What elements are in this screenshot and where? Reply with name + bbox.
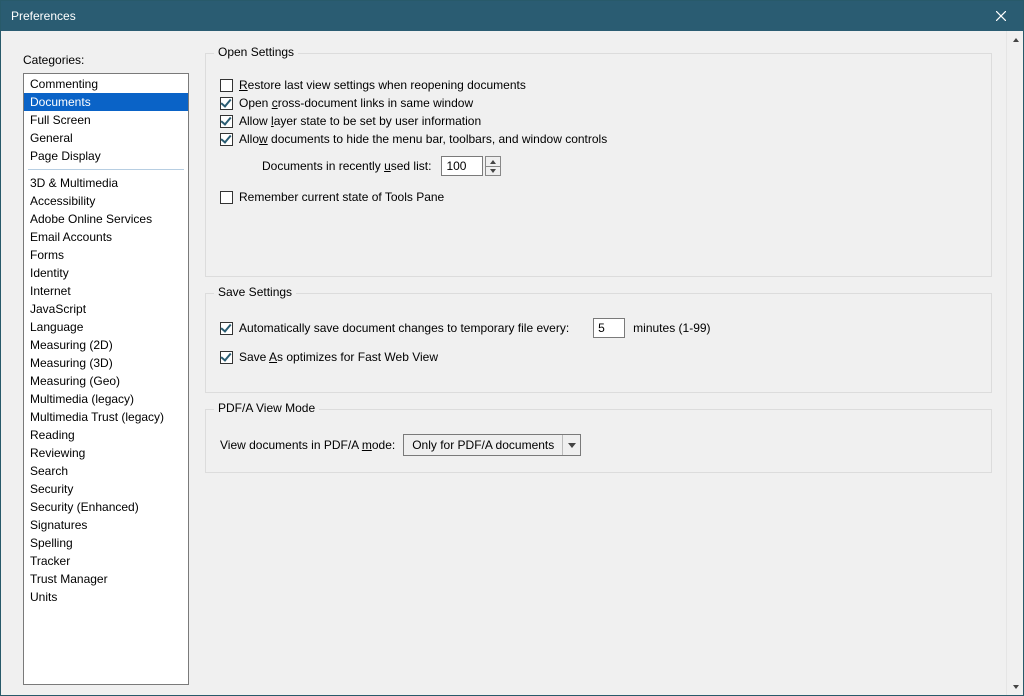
open-settings-legend: Open Settings [214,45,298,59]
preferences-window: Preferences Categories: CommentingDocume… [0,0,1024,696]
pdfa-mode-row: View documents in PDF/A mode: Only for P… [220,434,977,456]
restore-view-row: Restore last view settings when reopenin… [220,78,977,92]
category-item[interactable]: Full Screen [24,111,188,129]
recent-docs-row: Documents in recently used list: [220,156,977,176]
category-item[interactable]: Multimedia Trust (legacy) [24,408,188,426]
category-item[interactable]: Reading [24,426,188,444]
cross-doc-label[interactable]: Open cross-document links in same window [239,96,473,110]
pdfa-mode-label: View documents in PDF/A mode: [220,438,395,452]
recent-docs-input[interactable] [441,156,483,176]
remember-tools-row: Remember current state of Tools Pane [220,190,977,204]
layer-state-label[interactable]: Allow layer state to be set by user info… [239,114,481,128]
pdfa-mode-select[interactable]: Only for PDF/A documents [403,434,581,456]
category-item[interactable]: Commenting [24,75,188,93]
category-item[interactable]: Units [24,588,188,606]
recent-docs-label: Documents in recently used list: [262,159,431,173]
category-item[interactable]: Security [24,480,188,498]
spinner-up[interactable] [486,157,500,166]
chevron-down-icon [490,169,496,173]
pdfa-mode-value: Only for PDF/A documents [404,435,562,455]
scroll-up-button[interactable] [1007,31,1024,48]
categories-label: Categories: [23,53,195,67]
spinner-down[interactable] [486,166,500,175]
layer-state-checkbox[interactable] [220,115,233,128]
autosave-unit: minutes (1-99) [633,321,710,335]
titlebar: Preferences [1,1,1023,31]
category-item[interactable]: Page Display [24,147,188,165]
dropdown-button[interactable] [562,435,580,455]
cross-doc-row: Open cross-document links in same window [220,96,977,110]
vertical-scrollbar[interactable] [1006,31,1023,695]
category-item[interactable]: Search [24,462,188,480]
category-item[interactable]: Adobe Online Services [24,210,188,228]
category-item[interactable]: Multimedia (legacy) [24,390,188,408]
category-item[interactable]: Spelling [24,534,188,552]
recent-docs-spinner [485,156,501,176]
category-item[interactable]: Accessibility [24,192,188,210]
content-area: Categories: CommentingDocumentsFull Scre… [1,31,1006,695]
remember-tools-label[interactable]: Remember current state of Tools Pane [239,190,444,204]
scroll-down-button[interactable] [1007,678,1024,695]
autosave-label[interactable]: Automatically save document changes to t… [239,321,569,335]
categories-listbox[interactable]: CommentingDocumentsFull ScreenGeneralPag… [23,73,189,685]
close-button[interactable] [979,1,1023,31]
category-item[interactable]: Language [24,318,188,336]
category-item[interactable]: Documents [24,93,188,111]
settings-panel: Open Settings Restore last view settings… [195,53,992,681]
category-item[interactable]: Security (Enhanced) [24,498,188,516]
category-item[interactable]: Forms [24,246,188,264]
category-item[interactable]: Reviewing [24,444,188,462]
category-item[interactable]: Email Accounts [24,228,188,246]
category-item[interactable]: Measuring (3D) [24,354,188,372]
dialog-body: Categories: CommentingDocumentsFull Scre… [1,31,1023,695]
category-item[interactable]: 3D & Multimedia [24,174,188,192]
category-item[interactable]: Internet [24,282,188,300]
autosave-checkbox[interactable] [220,322,233,335]
category-item[interactable]: Identity [24,264,188,282]
pdfa-legend: PDF/A View Mode [214,401,319,415]
save-settings-legend: Save Settings [214,285,296,299]
window-title: Preferences [11,9,76,23]
restore-view-checkbox[interactable] [220,79,233,92]
category-item[interactable]: Tracker [24,552,188,570]
layer-state-row: Allow layer state to be set by user info… [220,114,977,128]
cross-doc-checkbox[interactable] [220,97,233,110]
chevron-down-icon [568,443,576,448]
category-item[interactable]: Measuring (Geo) [24,372,188,390]
hide-menubar-row: Allow documents to hide the menu bar, to… [220,132,977,146]
chevron-down-icon [1013,685,1019,689]
autosave-row: Automatically save document changes to t… [220,318,977,338]
chevron-up-icon [490,160,496,164]
category-item[interactable]: Signatures [24,516,188,534]
fastweb-checkbox[interactable] [220,351,233,364]
fastweb-label[interactable]: Save As optimizes for Fast Web View [239,350,438,364]
pdfa-group: PDF/A View Mode View documents in PDF/A … [205,409,992,473]
fastweb-row: Save As optimizes for Fast Web View [220,350,977,364]
category-item[interactable]: Trust Manager [24,570,188,588]
remember-tools-checkbox[interactable] [220,191,233,204]
autosave-minutes-input[interactable] [593,318,625,338]
open-settings-group: Open Settings Restore last view settings… [205,53,992,277]
hide-menubar-checkbox[interactable] [220,133,233,146]
category-item[interactable]: Measuring (2D) [24,336,188,354]
category-separator [28,169,184,170]
category-item[interactable]: JavaScript [24,300,188,318]
restore-view-label[interactable]: Restore last view settings when reopenin… [239,78,526,92]
categories-column: Categories: CommentingDocumentsFull Scre… [23,53,195,681]
hide-menubar-label[interactable]: Allow documents to hide the menu bar, to… [239,132,607,146]
close-icon [996,11,1006,21]
save-settings-group: Save Settings Automatically save documen… [205,293,992,393]
category-item[interactable]: General [24,129,188,147]
chevron-up-icon [1013,38,1019,42]
